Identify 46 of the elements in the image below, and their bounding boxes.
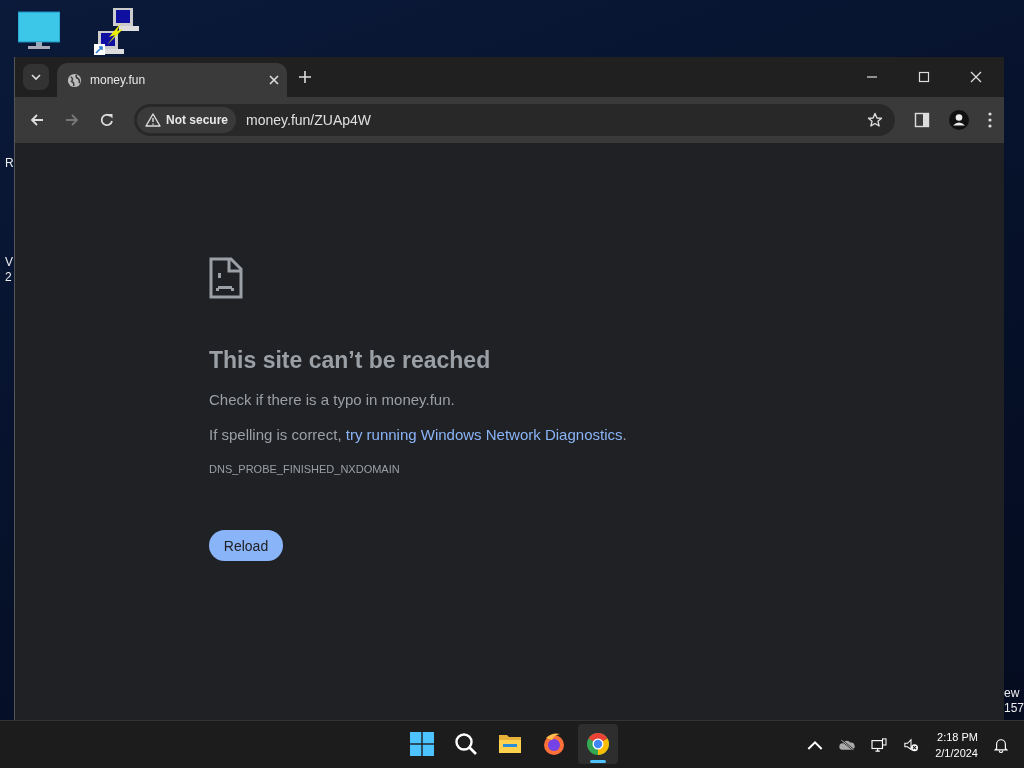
- chevron-down-icon: [31, 72, 41, 82]
- desktop-icon-label: 157: [1004, 701, 1024, 715]
- close-icon[interactable]: [970, 71, 982, 83]
- fox-globe-icon: [542, 732, 566, 756]
- security-chip[interactable]: Not secure: [137, 107, 237, 133]
- warning-icon: [145, 113, 161, 127]
- folder-icon: [498, 732, 522, 756]
- sad-page-icon: [209, 257, 243, 299]
- new-tab-icon[interactable]: [299, 71, 311, 83]
- network-icon[interactable]: [871, 737, 888, 752]
- windows-logo-icon: [410, 732, 434, 756]
- maximize-icon[interactable]: [918, 71, 930, 83]
- desktop-icon-label: ew: [1004, 686, 1020, 700]
- monitor-icon[interactable]: [18, 11, 60, 51]
- back-icon[interactable]: [29, 112, 45, 128]
- error-message: Check if there is a typo in money.fun.: [209, 391, 456, 408]
- error-code: DNS_PROBE_FINISHED_NXDOMAIN: [209, 463, 401, 475]
- desktop-icon-label: R: [5, 156, 14, 170]
- desktop-icon-label: V: [5, 255, 13, 269]
- clock-date[interactable]: 2/1/2024: [935, 744, 978, 761]
- diagnostics-link[interactable]: try running Windows Network Diagnostics: [345, 426, 623, 443]
- globe-icon: [67, 72, 82, 88]
- security-label: Not secure: [166, 113, 229, 127]
- taskbar-app-button[interactable]: [578, 724, 618, 764]
- tab-search-button[interactable]: [23, 64, 49, 90]
- desktop-icon-label: 2: [5, 270, 12, 284]
- reload-icon[interactable]: [99, 112, 115, 128]
- search-icon: [454, 732, 478, 756]
- clock-time[interactable]: 2:18 PM: [937, 728, 978, 745]
- volume-muted-icon[interactable]: [903, 737, 920, 752]
- cloud-off-icon[interactable]: [839, 737, 856, 752]
- close-icon[interactable]: [269, 75, 279, 85]
- reload-button[interactable]: Reload: [209, 530, 283, 561]
- menu-icon[interactable]: [988, 112, 992, 128]
- error-suggestion: If spelling is correct, try running Windows Network Diagnostics.: [209, 426, 628, 443]
- error-title: This site can’t be reached: [209, 347, 492, 374]
- side-panel-icon[interactable]: [914, 112, 930, 128]
- bell-icon[interactable]: [994, 736, 1008, 753]
- profile-icon[interactable]: [949, 110, 969, 130]
- chrome-logo-icon: [586, 732, 610, 756]
- url-text: money.fun/ZUAp4W: [246, 112, 372, 128]
- browser-tab[interactable]: money.fun: [57, 63, 287, 97]
- address-bar[interactable]: Not secure money.fun/ZUAp4W: [134, 104, 895, 136]
- network-computers-icon[interactable]: [93, 7, 141, 57]
- star-icon[interactable]: [867, 112, 883, 128]
- tab-title: money.fun: [90, 73, 147, 87]
